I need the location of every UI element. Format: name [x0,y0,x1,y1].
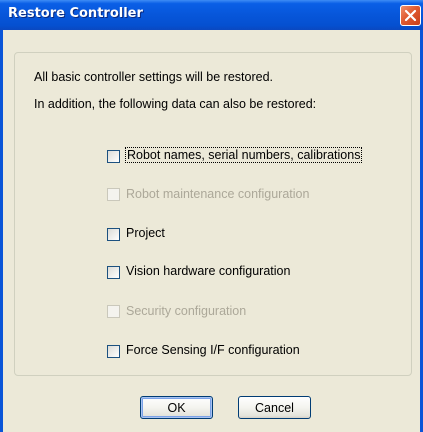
title-bar[interactable]: Restore Controller [0,0,423,30]
label-robot-names[interactable]: Robot names, serial numbers, calibration… [124,147,363,163]
close-icon [404,9,417,22]
label-security: Security configuration [126,304,247,318]
close-button[interactable] [400,5,421,26]
checkbox-vision-hardware[interactable] [107,266,120,279]
window-title: Restore Controller [8,6,143,21]
cancel-button[interactable]: Cancel [238,396,311,419]
checkbox-force-sensing[interactable] [107,345,120,358]
label-robot-maintenance: Robot maintenance configuration [126,187,310,201]
checkbox-security [107,305,120,318]
checkbox-robot-maintenance [107,188,120,201]
ok-button[interactable]: OK [140,396,213,419]
intro-line-2: In addition, the following data can also… [34,97,317,111]
label-project[interactable]: Project [126,226,165,240]
restore-controller-dialog: Restore Controller All basic controller … [0,0,423,432]
label-force-sensing[interactable]: Force Sensing I/F configuration [126,343,300,357]
label-vision-hardware[interactable]: Vision hardware configuration [126,264,290,278]
checkbox-project[interactable] [107,228,120,241]
intro-line-1: All basic controller settings will be re… [34,70,273,84]
checkbox-robot-names[interactable] [107,150,120,163]
